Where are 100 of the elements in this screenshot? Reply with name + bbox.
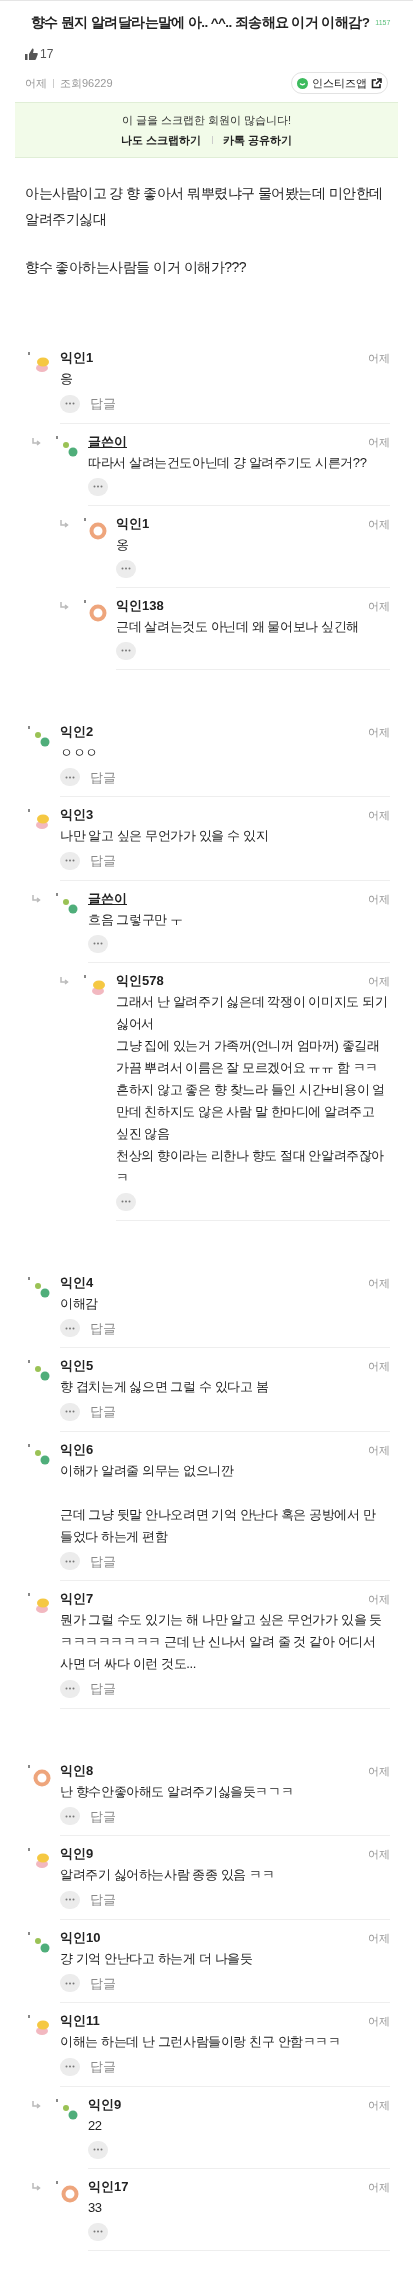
comment-text: 근데 살려는것도 아닌데 왜 물어보나 싶긴해 (116, 617, 360, 636)
avatar-icon (61, 439, 79, 458)
more-button[interactable] (88, 2140, 108, 2159)
more-button[interactable] (60, 394, 80, 413)
more-button[interactable] (116, 641, 136, 660)
more-button[interactable] (88, 477, 108, 496)
comment-author[interactable]: 익인17 (88, 2178, 129, 2195)
comment-text: 뭔가 그럴 수도 있기는 해 나만 알고 싶은 무언가가 있을 듯 ㅋㅋㅋㅋㅋㅋㅋㅋ 근데 난 신나서 알려 줄 것 같아 어디서 사면 더 싸다 이런 것도... (60, 1611, 383, 1673)
comment-text: 따라서 살려는건도아닌데 걍 알려주기도 시른거?? (88, 453, 368, 472)
more-button[interactable] (88, 2222, 108, 2241)
comment-author[interactable]: 글쓴이 (88, 433, 127, 450)
comment-time: 어제 (368, 891, 390, 907)
reply-link[interactable]: 답글 (90, 1973, 116, 1993)
reply-arrow-icon (32, 2182, 41, 2191)
comment-time: 어제 (368, 1847, 390, 1862)
more-button[interactable] (60, 768, 80, 787)
more-button[interactable] (60, 1679, 80, 1698)
comment-author[interactable]: 익인8 (60, 1762, 94, 1779)
reply-arrow-icon (32, 894, 41, 903)
comment-time: 어제 (368, 2014, 390, 2029)
comment-text: 알려주기 싫어하는사람 종종 있음 ㅋㅋ (60, 1866, 276, 1884)
comment-text: 이해감 (60, 1294, 99, 1313)
more-icon (93, 485, 103, 488)
reply-link[interactable]: 답글 (90, 1679, 116, 1699)
reply-link[interactable]: 답글 (90, 767, 116, 787)
comment-author[interactable]: 익인4 (60, 1274, 94, 1291)
more-button[interactable] (88, 934, 108, 953)
comment-time: 어제 (368, 1359, 390, 1374)
reply-link[interactable]: 답글 (90, 1318, 116, 1338)
comment-text: 33 (88, 2198, 103, 2217)
post-date: 어제 (25, 75, 47, 91)
reply-link[interactable]: 답글 (90, 1402, 116, 1422)
comment-author[interactable]: 글쓴이 (88, 890, 127, 907)
reply-link[interactable]: 답글 (90, 1551, 116, 1571)
more-icon (121, 567, 131, 570)
more-button[interactable] (60, 2057, 80, 2076)
more-icon (65, 2065, 75, 2069)
avatar-icon (33, 1597, 51, 1615)
comment-author[interactable]: 익인6 (60, 1441, 94, 1458)
more-icon (65, 1559, 75, 1563)
scrap-action-link[interactable]: 카톡 공유하기 (222, 131, 292, 148)
avatar-icon (33, 1852, 51, 1870)
scrap-action-link[interactable]: 나도 스크랩하기 (121, 131, 202, 148)
more-button[interactable] (60, 1974, 80, 1993)
avatar-icon (33, 356, 51, 374)
comment-time: 어제 (368, 598, 390, 614)
more-button[interactable] (60, 1552, 80, 1571)
more-icon (65, 1898, 75, 1902)
external-link-icon (371, 77, 382, 89)
more-button[interactable] (60, 1890, 80, 1909)
more-icon (65, 1326, 75, 1330)
reply-arrow-icon (32, 437, 41, 446)
more-button[interactable] (60, 851, 80, 870)
comment-time: 어제 (368, 724, 390, 740)
reply-link[interactable]: 답글 (90, 1806, 116, 1826)
more-button[interactable] (60, 1807, 80, 1826)
more-button[interactable] (60, 1319, 80, 1338)
comment-author[interactable]: 익인9 (60, 1846, 94, 1862)
comment-time: 어제 (368, 1592, 390, 1607)
reply-link[interactable]: 답글 (90, 394, 116, 414)
comment-author[interactable]: 익인138 (116, 597, 164, 614)
reply-arrow-icon (32, 2100, 41, 2109)
comment-author[interactable]: 익인7 (60, 1591, 94, 1607)
reply-link[interactable]: 답글 (90, 2057, 116, 2077)
comment-author[interactable]: 익인1 (116, 515, 150, 532)
comment-author[interactable]: 익인9 (88, 2096, 122, 2113)
comment-author[interactable]: 익인10 (60, 1929, 101, 1946)
comment-text: 나만 알고 싶은 무언가가 있을 수 있지 (60, 827, 270, 845)
comment-author[interactable]: 익인2 (60, 723, 94, 740)
comment-time: 어제 (368, 516, 390, 532)
post-body-text: 향수 좋아하는사람들 이거 이해가??? (25, 258, 248, 277)
avatar-icon (33, 1447, 51, 1466)
comment-author[interactable]: 익인1 (60, 350, 94, 366)
more-icon (121, 649, 131, 652)
comment-author[interactable]: 익인11 (60, 2013, 100, 2029)
more-icon (65, 1981, 75, 1985)
comment-time: 어제 (368, 2179, 390, 2195)
avatar-icon (33, 1364, 51, 1382)
comment-time: 어제 (368, 351, 390, 366)
comment-author[interactable]: 익인578 (116, 972, 164, 989)
reply-link[interactable]: 답글 (90, 851, 116, 871)
more-button[interactable] (116, 1192, 136, 1211)
comment-author[interactable]: 익인3 (60, 807, 94, 823)
more-icon (65, 859, 75, 863)
avatar-icon (89, 521, 107, 540)
comment-time: 어제 (368, 1275, 390, 1291)
post-title: 향수 뭔지 알려달라는말에 아.. ^^.. 죄송해요 이거 이해감? (31, 14, 370, 32)
comment-time: 어제 (368, 2097, 390, 2113)
avatar-icon (33, 729, 51, 748)
avatar-icon (33, 2019, 51, 2037)
like-count: 17 (40, 46, 54, 63)
more-button[interactable] (116, 559, 136, 578)
avatar-icon (61, 2184, 79, 2203)
avatar-icon (33, 1935, 51, 1954)
comment-author[interactable]: 익인5 (60, 1358, 94, 1374)
reply-arrow-icon (60, 601, 69, 610)
more-icon (65, 1410, 75, 1414)
more-button[interactable] (60, 1402, 80, 1421)
reply-link[interactable]: 답글 (90, 1890, 116, 1910)
more-icon (65, 775, 75, 779)
